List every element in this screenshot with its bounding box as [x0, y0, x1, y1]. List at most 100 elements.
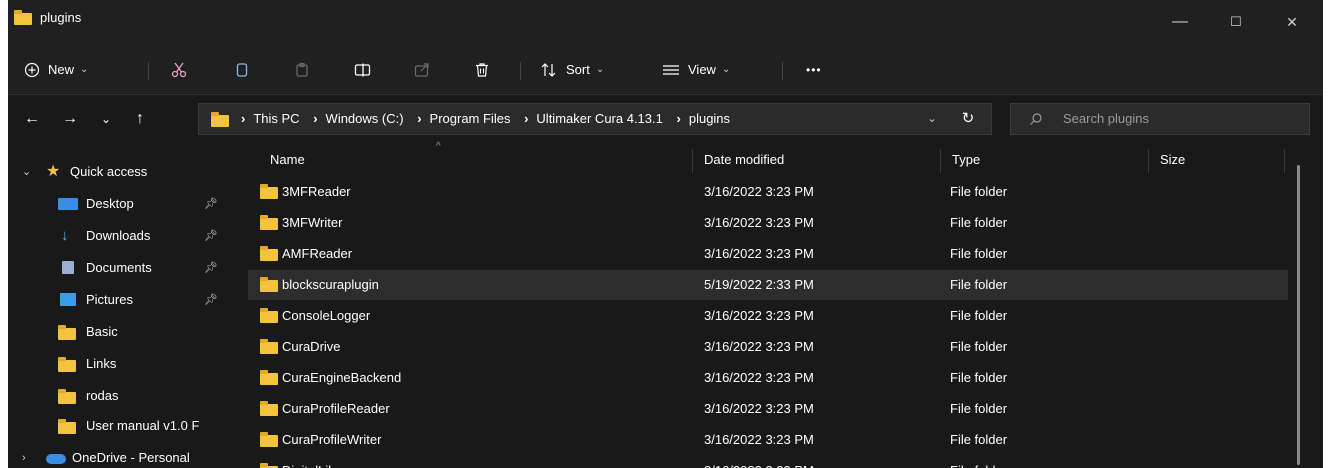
view-list-icon	[663, 65, 679, 75]
table-row[interactable]: CuraProfileWriter 3/16/2022 3:23 PM File…	[248, 425, 1288, 455]
column-divider[interactable]	[1284, 149, 1285, 173]
address-row: ← → ⌄ ↑ › This PC › Windows (C:) › Program …	[8, 95, 1323, 145]
folder-icon	[58, 325, 76, 340]
copy-button[interactable]	[234, 56, 250, 84]
navigation-pane: ⌄ ★ Quick access Desktop 📌︎ ↓ Downloads …	[8, 145, 228, 468]
crumb-this-pc[interactable]: This PC	[253, 111, 299, 126]
search-placeholder: Search plugins	[1063, 111, 1149, 126]
command-bar: New ⌄ Sort ⌄ View ⌄ •••	[8, 46, 1323, 95]
column-header-row: ^ Name Date modified Type Size	[228, 141, 1308, 175]
toolbar-divider	[520, 62, 521, 80]
crumb-windows-c[interactable]: Windows (C:)	[326, 111, 404, 126]
sort-button[interactable]: Sort ⌄	[540, 56, 604, 84]
explorer-window: plugins — ☐ ✕ New ⌄ Sort ⌄ View ⌄ ••• ← …	[8, 0, 1323, 468]
file-date: 3/16/2022 3:23 PM	[704, 215, 814, 230]
folder-icon	[260, 339, 278, 354]
column-header-type[interactable]: Type	[952, 145, 980, 175]
file-date: 5/19/2022 2:33 PM	[704, 277, 814, 292]
column-header-name[interactable]: Name	[270, 145, 305, 175]
up-arrow-icon[interactable]: ↑	[128, 107, 152, 131]
folder-icon	[58, 389, 76, 404]
table-row[interactable]: CuraDrive 3/16/2022 3:23 PM File folder	[248, 332, 1288, 362]
file-date: 3/16/2022 3:23 PM	[704, 370, 814, 385]
column-divider[interactable]	[1148, 149, 1149, 173]
toolbar-divider	[782, 62, 783, 80]
sort-ascending-icon: ^	[436, 141, 441, 152]
address-bar[interactable]: › This PC › Windows (C:) › Program Files › U…	[198, 103, 992, 135]
maximize-button[interactable]: ☐	[1226, 12, 1246, 32]
new-button[interactable]: New ⌄	[24, 56, 88, 84]
file-date: 3/16/2022 3:23 PM	[704, 401, 814, 416]
table-row[interactable]: ConsoleLogger 3/16/2022 3:23 PM File fol…	[248, 301, 1288, 331]
table-row[interactable]: AMFReader 3/16/2022 3:23 PM File folder	[248, 239, 1288, 269]
folder-icon	[260, 432, 278, 447]
file-name: ConsoleLogger	[282, 308, 371, 323]
chevron-down-icon: ⌄	[595, 64, 605, 75]
file-name: CuraDrive	[282, 339, 341, 354]
table-row[interactable]: CuraEngineBackend 3/16/2022 3:23 PM File…	[248, 363, 1288, 393]
table-row[interactable]: 3MFReader 3/16/2022 3:23 PM File folder	[248, 177, 1288, 207]
sidebar-item-basic[interactable]: Basic	[8, 317, 228, 347]
folder-icon	[14, 10, 32, 25]
refresh-icon[interactable]: ↻	[957, 104, 979, 134]
share-button[interactable]	[414, 56, 430, 84]
more-options-button[interactable]: •••	[806, 56, 822, 84]
chevron-right-icon: ›	[417, 111, 422, 126]
file-date: 3/16/2022 3:23 PM	[704, 339, 814, 354]
sidebar-item-label: Links	[86, 356, 117, 371]
column-header-size[interactable]: Size	[1160, 145, 1185, 175]
file-name: 3MFWriter	[282, 215, 343, 230]
sidebar-item-quick-access[interactable]: ⌄ ★ Quick access	[8, 157, 228, 187]
sidebar-item-rodas[interactable]: rodas	[8, 381, 228, 411]
file-date: 3/16/2022 3:23 PM	[704, 456, 814, 468]
column-header-date[interactable]: Date modified	[704, 145, 784, 175]
cut-button[interactable]	[170, 56, 188, 84]
close-button[interactable]: ✕	[1282, 12, 1302, 32]
table-row[interactable]: 3MFWriter 3/16/2022 3:23 PM File folder	[248, 208, 1288, 238]
paste-button[interactable]	[294, 56, 310, 84]
minimize-button[interactable]: —	[1170, 12, 1190, 32]
file-date: 3/16/2022 3:23 PM	[704, 432, 814, 447]
pin-icon: 📌︎	[204, 262, 218, 274]
view-button[interactable]: View ⌄	[662, 56, 730, 84]
forward-arrow-icon[interactable]: →	[58, 107, 82, 131]
delete-button[interactable]	[474, 56, 490, 84]
back-arrow-icon[interactable]: ←	[20, 107, 44, 131]
file-type: File folder	[950, 277, 1008, 292]
sidebar-item-desktop[interactable]: Desktop 📌︎	[8, 189, 228, 219]
sidebar-item-pictures[interactable]: Pictures 📌︎	[8, 285, 228, 315]
file-name: CuraProfileReader	[282, 401, 390, 416]
chevron-right-icon: ›	[241, 111, 246, 126]
sidebar-item-downloads[interactable]: ↓ Downloads 📌︎	[8, 221, 228, 251]
folder-icon	[211, 112, 229, 127]
breadcrumb: › This PC › Windows (C:) › Program Files › U…	[241, 104, 740, 134]
file-type: File folder	[950, 246, 1008, 261]
sidebar-item-onedrive[interactable]: › OneDrive - Personal	[8, 443, 228, 468]
sidebar-item-documents[interactable]: Documents 📌︎	[8, 253, 228, 283]
table-row[interactable]: DigitalLibrary 3/16/2022 3:23 PM File fo…	[248, 456, 1288, 468]
share-icon	[414, 63, 429, 77]
crumb-ultimaker-cura[interactable]: Ultimaker Cura 4.13.1	[536, 111, 662, 126]
file-list: ^ Name Date modified Type Size 3MFReader…	[228, 141, 1308, 468]
sidebar-item-label: rodas	[86, 388, 119, 403]
table-row-selected[interactable]: blockscuraplugin 5/19/2022 2:33 PM File …	[248, 270, 1288, 300]
rename-button[interactable]	[354, 56, 372, 84]
table-row[interactable]: CuraProfileReader 3/16/2022 3:23 PM File…	[248, 394, 1288, 424]
file-type: File folder	[950, 184, 1008, 199]
file-type: File folder	[950, 456, 1007, 468]
folder-icon	[58, 419, 76, 434]
search-input[interactable]: Search plugins	[1010, 103, 1310, 135]
crumb-plugins[interactable]: plugins	[689, 111, 730, 126]
column-divider[interactable]	[940, 149, 941, 173]
scrollbar-thumb[interactable]	[1297, 165, 1300, 465]
recent-locations-chevron-icon[interactable]: ⌄	[94, 107, 118, 131]
sidebar-item-links[interactable]: Links	[8, 349, 228, 379]
sidebar-item-label: Desktop	[86, 196, 134, 211]
chevron-right-icon: ›	[313, 111, 318, 126]
crumb-program-files[interactable]: Program Files	[430, 111, 511, 126]
address-history-chevron-icon[interactable]: ⌄	[921, 104, 943, 134]
file-date: 3/16/2022 3:23 PM	[704, 246, 814, 261]
column-divider[interactable]	[692, 149, 693, 173]
chevron-down-icon: ⌄	[80, 64, 89, 75]
sidebar-item-user-manual[interactable]: User manual v1.0 F	[8, 411, 228, 441]
